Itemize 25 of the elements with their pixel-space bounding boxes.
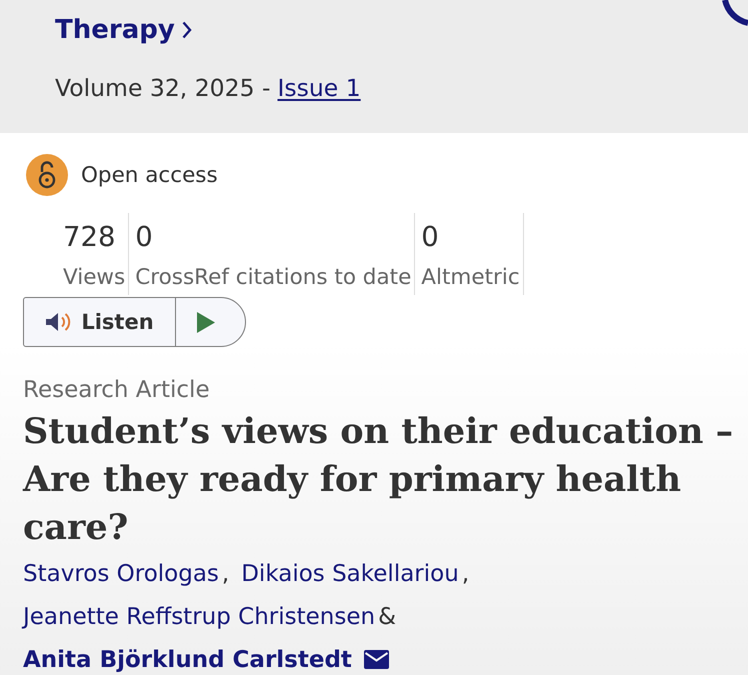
issue-link[interactable]: Issue 1: [277, 72, 361, 104]
author-separator: &: [378, 604, 396, 630]
metric-label: CrossRef citations to date: [135, 264, 412, 292]
journal-title-link[interactable]: Therapy: [55, 12, 192, 48]
author-separator: ,: [222, 561, 230, 587]
metric-value: 728: [63, 220, 116, 255]
open-lock-icon: [26, 154, 68, 196]
open-access-label: Open access: [81, 162, 218, 188]
volume-text: Volume 32, 2025 -: [55, 73, 270, 104]
author-link[interactable]: Stavros Orologas: [23, 561, 219, 587]
chevron-right-icon: [182, 21, 192, 39]
envelope-icon[interactable]: [364, 650, 389, 669]
metric-label: Views: [63, 264, 126, 292]
metric-value: 0: [421, 220, 440, 255]
arc-icon: [722, 0, 748, 26]
play-icon: [196, 312, 214, 332]
listen-button[interactable]: Listen: [24, 298, 176, 346]
author-link[interactable]: Jeanette Reffstrup Christensen: [23, 604, 376, 630]
author-link[interactable]: Dikaios Sakellariou: [241, 561, 459, 587]
article-type-label: Research Article: [22, 376, 211, 405]
metric-label: Altmetric: [421, 264, 520, 292]
author-separator: ,: [462, 561, 470, 587]
author-link[interactable]: Anita Björklund Carlstedt: [23, 647, 352, 673]
article-title: Student’s views on their education – Are they ready for primary health care?: [22, 410, 734, 550]
metric-value: 0: [135, 220, 154, 255]
